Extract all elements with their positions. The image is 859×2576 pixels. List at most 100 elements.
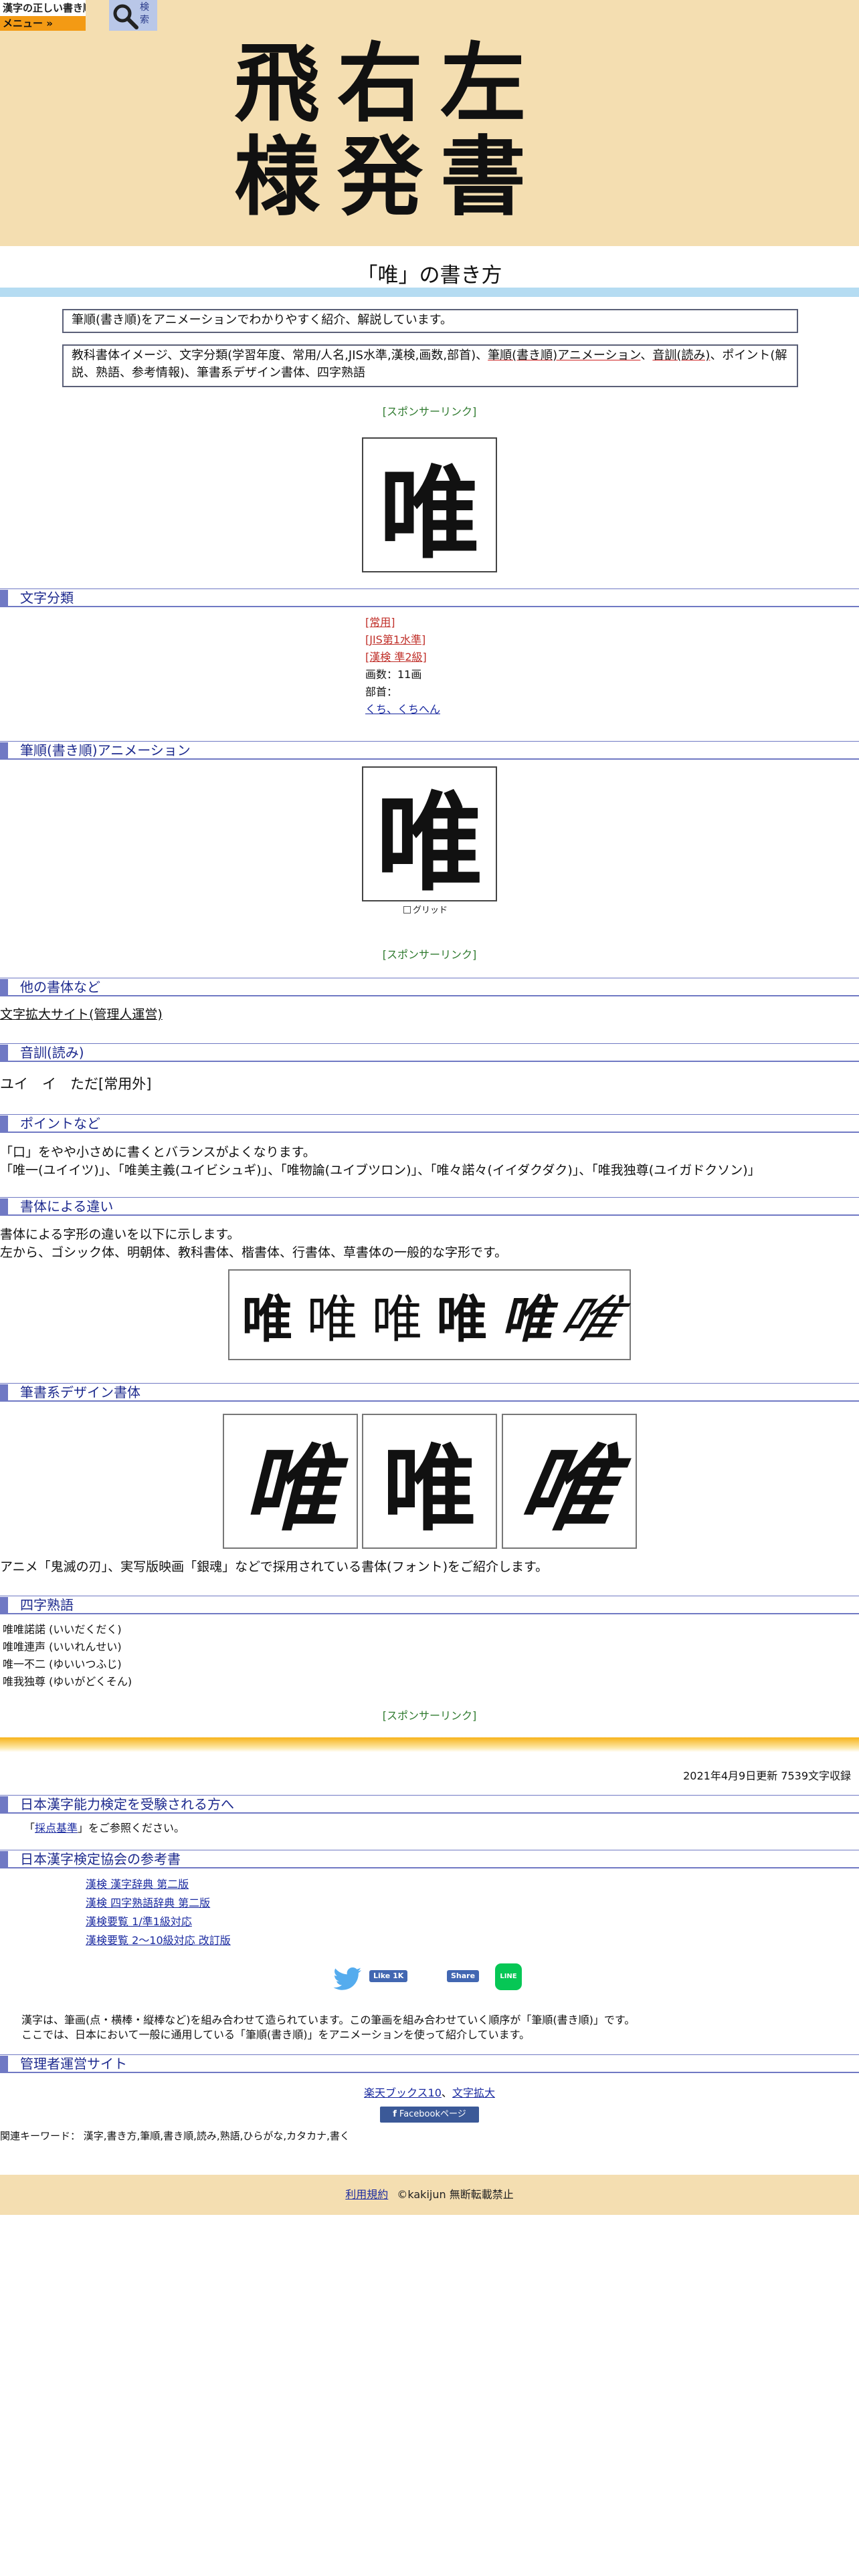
zoom-site-link[interactable]: 文字拡大サイト(管理人運営) (0, 1006, 163, 1024)
sponsor-label-2: [スポンサーリンク] (382, 948, 477, 961)
section-line (0, 606, 859, 607)
section-line (0, 1400, 859, 1402)
section-label: 文字分類 (20, 590, 74, 606)
section-bar (0, 2056, 8, 2072)
stroke-animation[interactable]: 唯 (362, 766, 497, 905)
section-label: 筆順(書き順)アニメーション (20, 742, 191, 758)
title-underline (0, 288, 859, 297)
copyright: ©kakijun 無断転載禁止 (397, 2188, 514, 2201)
kanji-char: 唯 (379, 454, 480, 572)
section-topline (0, 1197, 859, 1198)
section-bar (0, 1115, 8, 1132)
header-calligraphy: 飛右左 様発書 (234, 37, 636, 224)
brush-char-2: 唯 (382, 1434, 476, 1544)
contents-text-a: 教科書体イメージ、文字分類(学習年度、常用/人名,JIS水準,漢検,画数,部首)… (72, 348, 488, 362)
grid-toggle[interactable]: グリッド (403, 905, 448, 916)
facebook-page-button[interactable]: f Facebookページ (380, 2107, 479, 2123)
section-label: 書体による違い (20, 1198, 114, 1214)
section-line (0, 1214, 859, 1216)
site-logo[interactable]: 漢字の正しい書き順(筆順) メニュー » (0, 0, 86, 31)
kentei-post: 」をご参照ください。 (78, 1822, 185, 1834)
mincho-sample: 唯 (306, 1289, 358, 1349)
section-line (0, 1132, 859, 1133)
section-bar (0, 1384, 8, 1400)
section-reference: 日本漢字検定協会の参考書 (0, 1850, 859, 1870)
zoom-link[interactable]: 文字拡大 (452, 2086, 495, 2099)
section-topline (0, 1795, 859, 1796)
brush-font-sample-1[interactable]: 唯 (223, 1414, 358, 1549)
site-header: 漢字の正しい書き順(筆順) メニュー » 検索 飛右左 様発書 (0, 0, 859, 246)
rakuten-link[interactable]: 楽天ブックス10 (364, 2086, 442, 2099)
section-bar (0, 1796, 8, 1812)
header-chars-row2: 様発書 (234, 127, 544, 227)
section-bar (0, 1045, 8, 1061)
brush-font-sample-3[interactable]: 唯 (502, 1414, 637, 1549)
fonts-diff-line1: 書体による字形の違いを以下に示します。 (0, 1227, 240, 1242)
line-share-icon[interactable]: LINE (495, 1963, 522, 1990)
yoji-item: 唯唯諾諾 (いいだくだく) (3, 1623, 122, 1636)
section-points: ポイントなど (0, 1114, 859, 1134)
facebook-share-button[interactable]: Share (447, 1970, 480, 1982)
section-fonts-diff: 書体による違い (0, 1197, 859, 1217)
joyo-link[interactable]: [常用] (365, 616, 395, 629)
section-bar (0, 1198, 8, 1214)
gold-divider (0, 1737, 859, 1752)
jis-link[interactable]: [JIS第1水準] (365, 633, 425, 646)
grid-label: グリッド (413, 905, 448, 916)
animation-kanji: 唯 (375, 780, 483, 905)
kentei-note: 「採点基準」をご参照ください。 (24, 1820, 185, 1836)
section-yoji: 四字熟語 (0, 1596, 859, 1616)
yoji-item: 唯我独尊 (ゆいがどくそん) (3, 1675, 132, 1688)
textbook-sample: 唯 (371, 1289, 423, 1349)
section-topline (0, 588, 859, 589)
search-icon (113, 4, 138, 29)
points-line1: 「口」をやや小さめに書くとバランスがよくなります。 (0, 1145, 316, 1160)
terms-link[interactable]: 利用規約 (345, 2188, 388, 2201)
line-label: LINE (500, 1973, 517, 1980)
kanken-link[interactable]: [漢検 準2級] (365, 651, 427, 663)
brush-caption: アニメ「鬼滅の刃」、実写版映画「銀魂」などで採用されている書体(フォント)をご紹… (0, 1560, 549, 1574)
section-line (0, 1812, 859, 1814)
twitter-icon[interactable] (333, 1967, 363, 1992)
section-label: ポイントなど (20, 1115, 100, 1132)
section-label: 四字熟語 (20, 1597, 74, 1613)
points-line2: 「唯一(ユイイツ)」、「唯美主義(ユイビシュギ)」、「唯物論(ユイブツロン)」、… (0, 1163, 761, 1178)
grid-checkbox[interactable] (403, 906, 411, 914)
facebook-like-button[interactable]: Like 1K (369, 1970, 408, 1982)
contents-link-reading[interactable]: 音訓(読み) (652, 348, 710, 362)
brush-font-sample-2[interactable]: 唯 (362, 1414, 497, 1549)
contents-text-c: 、 (640, 348, 653, 362)
radical-link[interactable]: くち、くちへん (365, 703, 440, 716)
section-admin: 管理者運営サイト (0, 2054, 859, 2074)
search-button[interactable]: 検索 (109, 0, 157, 31)
stroke-order-note-1: 漢字は、筆画(点・横棒・縦棒など)を組み合わせて造られています。この筆画を組み合… (21, 2014, 636, 2026)
gothic-sample: 唯 (242, 1289, 293, 1349)
related-keywords: 関連キーワード： 漢字,書き方,筆順,書き順,読み,熟語,ひらがな,カタカナ,書… (0, 2130, 350, 2142)
section-bar (0, 1851, 8, 1867)
reading-text: ユイ イ ただ[常用外] (0, 1076, 152, 1092)
reference-link[interactable]: 漢検 漢字辞典 第二版 (86, 1878, 189, 1891)
reference-link[interactable]: 漢検 四字熟語辞典 第二版 (86, 1897, 210, 1910)
update-info: 2021年4月9日更新 7539文字収録 (683, 1769, 851, 1782)
reference-link[interactable]: 漢検要覧 1/準1級対応 (86, 1915, 192, 1929)
admin-links: 楽天ブックス10、文字拡大 (0, 2085, 859, 2101)
scoring-criteria-link[interactable]: 採点基準 (35, 1822, 78, 1834)
section-kentei: 日本漢字能力検定を受験される方へ (0, 1795, 859, 1815)
section-line (0, 1613, 859, 1614)
sosho-sample: 唯 (551, 1289, 630, 1349)
share-label: Share (451, 1971, 476, 1980)
section-bar (0, 742, 8, 758)
classification-list: [常用] [JIS第1水準] [漢検 準2級] 画数：11画 部首： くち、くち… (365, 614, 440, 718)
menu-button[interactable]: メニュー » (0, 16, 86, 31)
section-topline (0, 741, 859, 742)
section-line (0, 1867, 859, 1868)
reference-link[interactable]: 漢検要覧 2～10級対応 改訂版 (86, 1934, 231, 1947)
section-topline (0, 2054, 859, 2055)
section-reading: 音訓(読み) (0, 1043, 859, 1063)
facebook-icon: f (393, 2109, 397, 2119)
section-topline (0, 1383, 859, 1384)
logo-title[interactable]: 漢字の正しい書き順(筆順) (0, 0, 86, 16)
contents-link-animation[interactable]: 筆順(書き順)アニメーション (488, 348, 640, 362)
section-topline (0, 1043, 859, 1044)
header-chars-row1: 飛右左 (234, 33, 544, 134)
